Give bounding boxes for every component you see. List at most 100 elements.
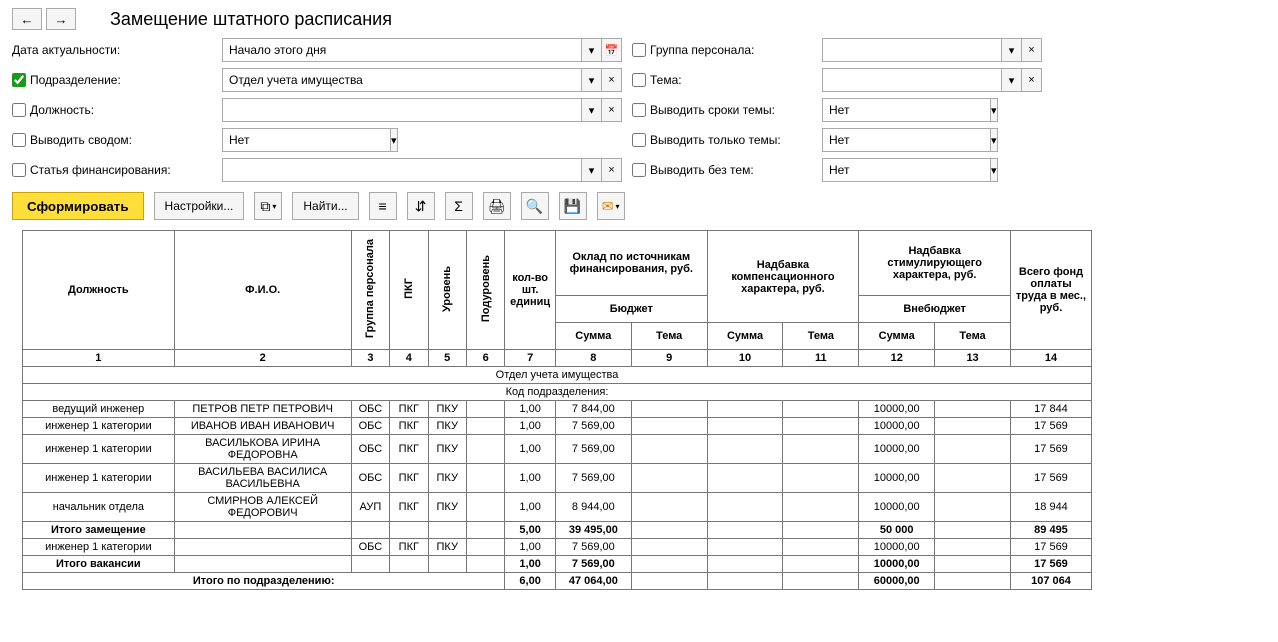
sum-button[interactable]: Σ [445, 192, 473, 220]
subdivision-input[interactable] [222, 68, 582, 92]
group-checkbox[interactable] [632, 43, 646, 57]
finance-label: Статья финансирования: [30, 163, 171, 177]
position-dropdown-button[interactable]: ▾ [582, 98, 602, 122]
drill-icon: ⇵ [415, 198, 427, 215]
save-button[interactable]: 💾 [559, 192, 587, 220]
summary-checkbox[interactable] [12, 133, 26, 147]
table-cell [935, 522, 1011, 539]
topic-label: Тема: [650, 73, 682, 87]
finance-checkbox[interactable] [12, 163, 26, 177]
table-row: Итого вакансии1,007 569,0010000,0017 569 [23, 556, 1092, 573]
only-topics-input[interactable] [822, 128, 991, 152]
table-cell [935, 556, 1011, 573]
print-icon: 🖨 [488, 198, 506, 215]
table-cell [783, 464, 859, 493]
drill-button[interactable]: ⇵ [407, 192, 435, 220]
table-cell [174, 522, 351, 539]
table-cell [466, 539, 504, 556]
position-input[interactable] [222, 98, 582, 122]
position-checkbox[interactable] [12, 103, 26, 117]
subdivision-checkbox[interactable] [12, 73, 26, 87]
th-pkg: ПКГ [390, 231, 428, 350]
table-cell: 10000,00 [859, 556, 935, 573]
table-row: Итого замещение5,0039 495,0050 00089 495 [23, 522, 1092, 539]
th-sum-8: Сумма [555, 323, 631, 350]
table-cell: ПКГ [390, 464, 428, 493]
table-cell: 17 844 [1010, 401, 1091, 418]
th-topic-11: Тема [783, 323, 859, 350]
table-cell [631, 556, 707, 573]
topic-clear-button[interactable]: × [1022, 68, 1042, 92]
table-cell: 1,00 [505, 401, 556, 418]
table-row: ведущий инженерПЕТРОВ ПЕТР ПЕТРОВИЧОБСПК… [23, 401, 1092, 418]
show-topic-terms-input[interactable] [822, 98, 991, 122]
table-cell: ПКУ [428, 493, 466, 522]
table-cell: ПКГ [390, 435, 428, 464]
table-cell: ПКГ [390, 493, 428, 522]
table-cell [707, 435, 783, 464]
only-topics-checkbox[interactable] [632, 133, 646, 147]
summary-input[interactable] [222, 128, 391, 152]
th-colnum: 10 [707, 350, 783, 367]
table-cell: 10000,00 [859, 539, 935, 556]
copy-button[interactable]: ⧉▾ [254, 192, 282, 220]
subdivision-label: Подразделение: [30, 73, 121, 87]
table-cell: 47 064,00 [555, 573, 631, 590]
finance-clear-button[interactable]: × [602, 158, 622, 182]
only-topics-dropdown-button[interactable]: ▾ [991, 128, 998, 152]
table-cell: 7 569,00 [555, 464, 631, 493]
table-cell: 6,00 [505, 573, 556, 590]
no-topics-checkbox[interactable] [632, 163, 646, 177]
chevron-down-icon: ▾ [615, 202, 619, 211]
table-cell: ВАСИЛЬКОВА ИРИНА ФЕДОРОВНА [174, 435, 351, 464]
position-clear-button[interactable]: × [602, 98, 622, 122]
find-button[interactable]: Найти... [292, 192, 358, 220]
table-cell: инженер 1 категории [23, 539, 175, 556]
subdivision-clear-button[interactable]: × [602, 68, 622, 92]
no-topics-label: Выводить без тем: [650, 163, 754, 177]
mail-button[interactable]: ✉▾ [597, 192, 625, 220]
date-dropdown-button[interactable]: ▾ [582, 38, 602, 62]
table-cell [174, 556, 351, 573]
table-cell [351, 556, 389, 573]
show-topic-terms-checkbox[interactable] [632, 103, 646, 117]
th-comp-group: Надбавка компенсационного характера, руб… [707, 231, 859, 323]
generate-button[interactable]: Сформировать [12, 192, 144, 220]
show-topic-terms-dropdown-button[interactable]: ▾ [991, 98, 998, 122]
group-dropdown-button[interactable]: ▾ [1002, 38, 1022, 62]
topic-checkbox[interactable] [632, 73, 646, 87]
no-topics-dropdown-button[interactable]: ▾ [991, 158, 998, 182]
subdivision-dropdown-button[interactable]: ▾ [582, 68, 602, 92]
table-cell [707, 573, 783, 590]
settings-button[interactable]: Настройки... [154, 192, 245, 220]
table-cell [466, 464, 504, 493]
table-cell [783, 435, 859, 464]
th-colnum: 3 [351, 350, 389, 367]
table-cell: 50 000 [859, 522, 935, 539]
table-cell [351, 522, 389, 539]
date-calendar-button[interactable]: 📅 [602, 38, 622, 62]
no-topics-input[interactable] [822, 158, 991, 182]
date-input[interactable] [222, 38, 582, 62]
nav-forward-button[interactable]: → [46, 8, 76, 30]
topic-dropdown-button[interactable]: ▾ [1002, 68, 1022, 92]
finance-dropdown-button[interactable]: ▾ [582, 158, 602, 182]
summary-dropdown-button[interactable]: ▾ [391, 128, 398, 152]
table-cell: ПКУ [428, 401, 466, 418]
table-cell [783, 401, 859, 418]
page-title: Замещение штатного расписания [110, 9, 392, 30]
table-cell [466, 418, 504, 435]
finance-input[interactable] [222, 158, 582, 182]
group-clear-button[interactable]: × [1022, 38, 1042, 62]
group-input[interactable] [822, 38, 1002, 62]
th-colnum: 14 [1010, 350, 1091, 367]
preview-button[interactable]: 🔍 [521, 192, 549, 220]
topic-input[interactable] [822, 68, 1002, 92]
nav-back-button[interactable]: ← [12, 8, 42, 30]
print-button[interactable]: 🖨 [483, 192, 511, 220]
preview-icon: 🔍 [526, 198, 543, 215]
code-row: Код подразделения: [23, 384, 1092, 401]
grand-total-row: Итого по подразделению:6,0047 064,006000… [23, 573, 1092, 590]
expand-button[interactable]: ≡ [369, 192, 397, 220]
th-topic-9: Тема [631, 323, 707, 350]
